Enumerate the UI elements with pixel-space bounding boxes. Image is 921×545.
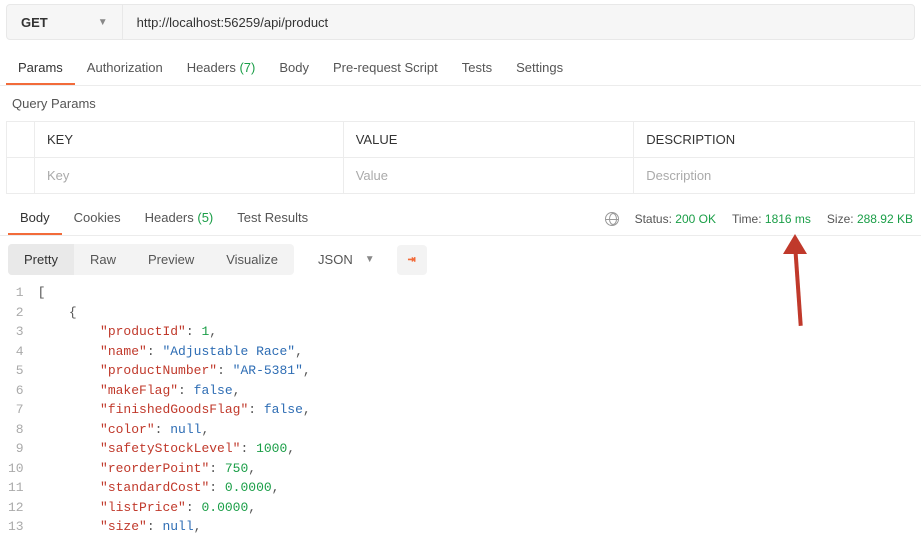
url-value: http://localhost:56259/api/product	[137, 15, 329, 30]
table-header-row: KEY VALUE DESCRIPTION	[7, 122, 915, 158]
tab-headers-count: (7)	[239, 60, 255, 75]
http-method-select[interactable]: GET ▼	[7, 5, 123, 39]
resp-tab-body[interactable]: Body	[8, 202, 62, 235]
tab-headers-label: Headers	[187, 60, 236, 75]
url-input[interactable]: http://localhost:56259/api/product	[123, 5, 914, 39]
query-params-title: Query Params	[0, 86, 921, 121]
resp-tab-headers-count: (5)	[197, 210, 213, 225]
row-spacer	[7, 158, 35, 194]
chevron-down-icon: ▼	[365, 254, 375, 265]
description-input[interactable]: Description	[634, 158, 915, 194]
wrap-icon: ⇥	[408, 252, 416, 267]
value-input[interactable]: Value	[343, 158, 634, 194]
column-value: VALUE	[343, 122, 634, 158]
table-row[interactable]: Key Value Description	[7, 158, 915, 194]
globe-icon[interactable]	[605, 212, 619, 226]
response-status-bar: Status: 200 OK Time: 1816 ms Size: 288.9…	[605, 212, 913, 226]
view-mode-tabs: Pretty Raw Preview Visualize	[8, 244, 294, 275]
time-block: Time: 1816 ms	[732, 212, 811, 226]
http-method-value: GET	[21, 15, 48, 30]
key-input[interactable]: Key	[35, 158, 344, 194]
tab-prerequest[interactable]: Pre-request Script	[321, 52, 450, 85]
column-key: KEY	[35, 122, 344, 158]
column-description: DESCRIPTION	[634, 122, 915, 158]
view-pretty[interactable]: Pretty	[8, 244, 74, 275]
view-raw[interactable]: Raw	[74, 244, 132, 275]
size-block: Size: 288.92 KB	[827, 212, 913, 226]
resp-tab-cookies[interactable]: Cookies	[62, 202, 133, 235]
resp-tab-headers-label: Headers	[145, 210, 194, 225]
tab-settings[interactable]: Settings	[504, 52, 575, 85]
column-spacer	[7, 122, 35, 158]
tab-tests[interactable]: Tests	[450, 52, 504, 85]
time-label: Time:	[732, 212, 762, 226]
query-params-table: KEY VALUE DESCRIPTION Key Value Descript…	[6, 121, 915, 194]
resp-tab-testresults[interactable]: Test Results	[225, 202, 320, 235]
chevron-down-icon: ▼	[98, 17, 108, 28]
request-tabs: Params Authorization Headers (7) Body Pr…	[0, 44, 921, 86]
tab-headers[interactable]: Headers (7)	[175, 52, 268, 85]
view-visualize[interactable]: Visualize	[210, 244, 294, 275]
view-toolbar: Pretty Raw Preview Visualize JSON ▼ ⇥	[0, 236, 921, 283]
line-gutter: 12345678910111213	[8, 283, 38, 537]
size-label: Size:	[827, 212, 854, 226]
time-value: 1816 ms	[765, 212, 811, 226]
request-bar: GET ▼ http://localhost:56259/api/product	[6, 4, 915, 40]
code-content: [ { "productId": 1, "name": "Adjustable …	[38, 283, 311, 537]
response-body[interactable]: 12345678910111213 [ { "productId": 1, "n…	[0, 283, 921, 545]
tab-body[interactable]: Body	[267, 52, 321, 85]
tab-params[interactable]: Params	[6, 52, 75, 85]
view-preview[interactable]: Preview	[132, 244, 210, 275]
format-select[interactable]: JSON ▼	[306, 246, 387, 273]
response-tabs-row: Body Cookies Headers (5) Test Results St…	[0, 194, 921, 236]
status-value: 200 OK	[675, 212, 716, 226]
format-value: JSON	[318, 252, 353, 267]
status-block: Status: 200 OK	[635, 212, 716, 226]
tab-authorization[interactable]: Authorization	[75, 52, 175, 85]
response-tabs: Body Cookies Headers (5) Test Results	[8, 202, 320, 235]
size-value: 288.92 KB	[857, 212, 913, 226]
status-label: Status:	[635, 212, 672, 226]
wrap-lines-button[interactable]: ⇥	[397, 245, 427, 275]
resp-tab-headers[interactable]: Headers (5)	[133, 202, 226, 235]
